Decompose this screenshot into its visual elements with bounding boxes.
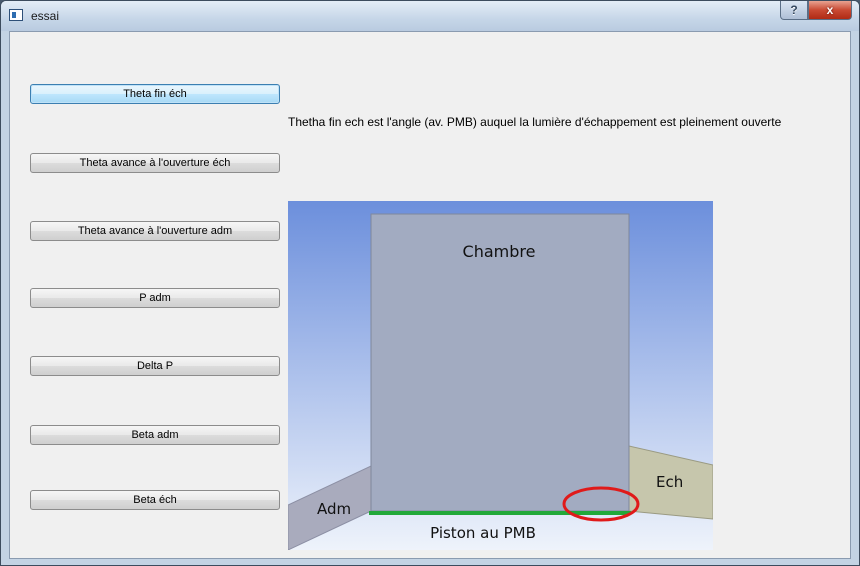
- piston-label: Piston au PMB: [430, 524, 536, 542]
- window-title: essai: [31, 9, 60, 23]
- application-window: essai ? x Theta fin éch Theta avance à l…: [0, 0, 860, 566]
- title-bar[interactable]: essai ? x: [1, 1, 859, 31]
- beta-adm-button[interactable]: Beta adm: [30, 425, 280, 445]
- help-button[interactable]: ?: [780, 1, 808, 20]
- p-adm-button[interactable]: P adm: [30, 288, 280, 308]
- chamber-label: Chambre: [463, 242, 536, 261]
- engine-diagram-svg: Chambre Adm Ech Piston au PMB: [288, 201, 713, 550]
- dialog-client-area: Theta fin éch Theta avance à l'ouverture…: [9, 31, 851, 559]
- engine-diagram: Chambre Adm Ech Piston au PMB: [288, 201, 713, 550]
- close-button[interactable]: x: [808, 1, 852, 20]
- app-window-icon[interactable]: [9, 9, 23, 21]
- caption-buttons: ? x: [780, 1, 852, 21]
- delta-p-button[interactable]: Delta P: [30, 356, 280, 376]
- beta-ech-button[interactable]: Beta éch: [30, 490, 280, 510]
- help-icon: ?: [790, 3, 798, 17]
- theta-avance-ouverture-ech-button[interactable]: Theta avance à l'ouverture éch: [30, 153, 280, 173]
- exhaust-label: Ech: [656, 473, 683, 491]
- parameter-description: Thetha fin ech est l'angle (av. PMB) auq…: [288, 115, 782, 129]
- theta-fin-ech-button[interactable]: Theta fin éch: [30, 84, 280, 104]
- intake-label: Adm: [317, 500, 351, 518]
- close-icon: x: [826, 3, 834, 17]
- theta-avance-ouverture-adm-button[interactable]: Theta avance à l'ouverture adm: [30, 221, 280, 241]
